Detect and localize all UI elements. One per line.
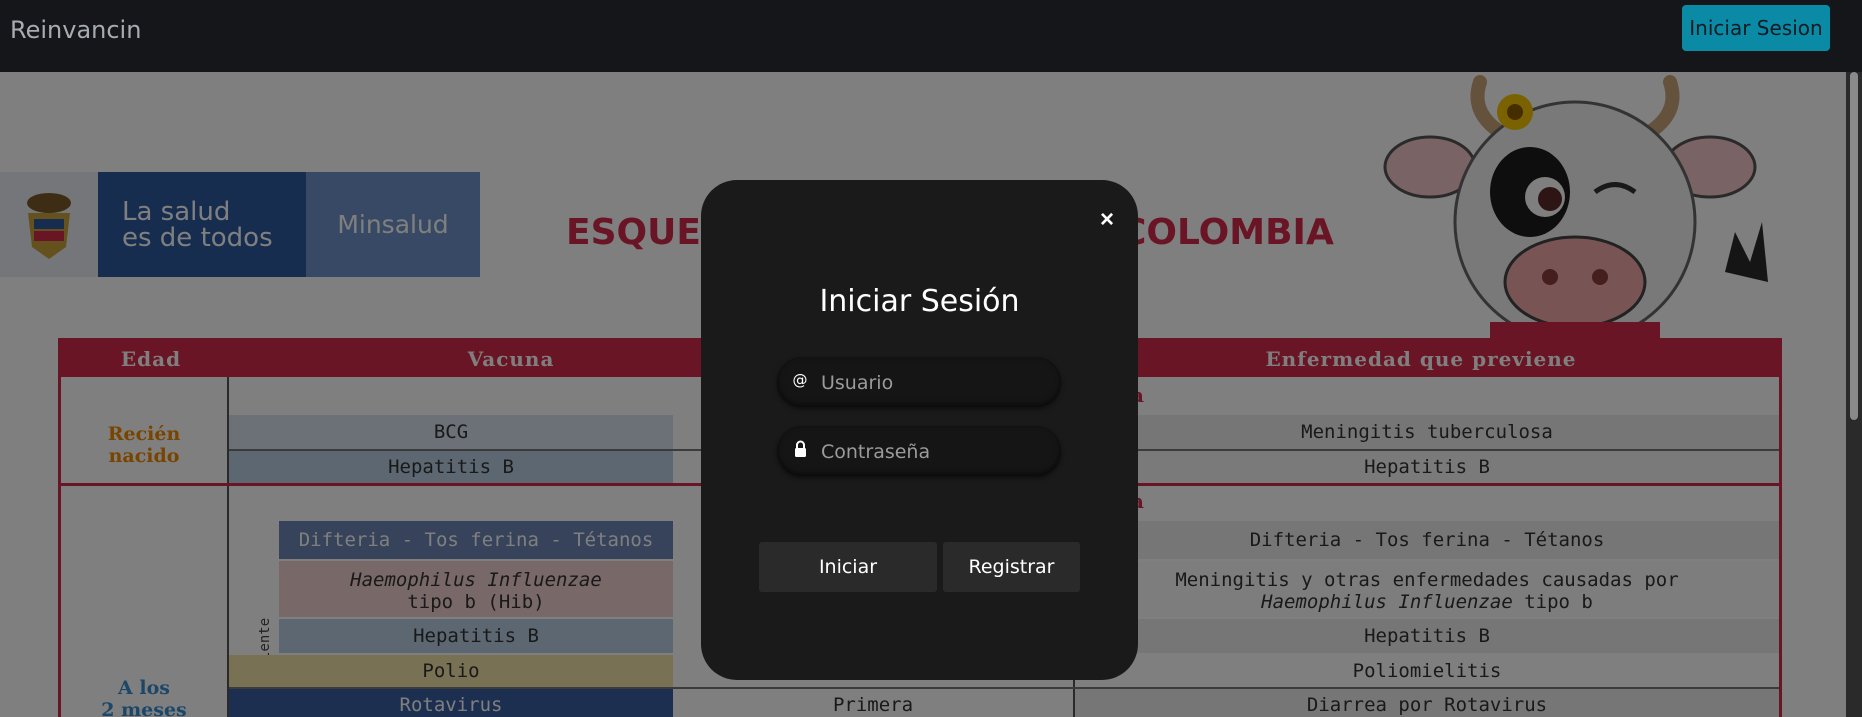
navbar-login-button[interactable]: Iniciar Sesion <box>1682 5 1830 51</box>
username-field[interactable]: @ <box>777 357 1061 409</box>
scrollbar-thumb[interactable] <box>1850 72 1858 420</box>
lock-icon <box>791 440 809 462</box>
password-field[interactable] <box>777 426 1061 478</box>
modal-title: Iniciar Sesión <box>819 284 1020 319</box>
navbar: Reinvancin Iniciar Sesion <box>0 0 1862 72</box>
brand-name[interactable]: Reinvancin <box>10 16 141 44</box>
close-icon[interactable]: × <box>1092 205 1122 235</box>
username-input[interactable] <box>819 357 1053 409</box>
login-modal: × Iniciar Sesión @ Iniciar Registrar <box>701 180 1138 680</box>
login-submit-button[interactable]: Iniciar <box>759 542 937 592</box>
at-sign-icon: @ <box>792 371 808 389</box>
register-button[interactable]: Registrar <box>943 542 1080 592</box>
password-input[interactable] <box>819 426 1053 478</box>
page-scrollbar[interactable] <box>1846 72 1862 717</box>
